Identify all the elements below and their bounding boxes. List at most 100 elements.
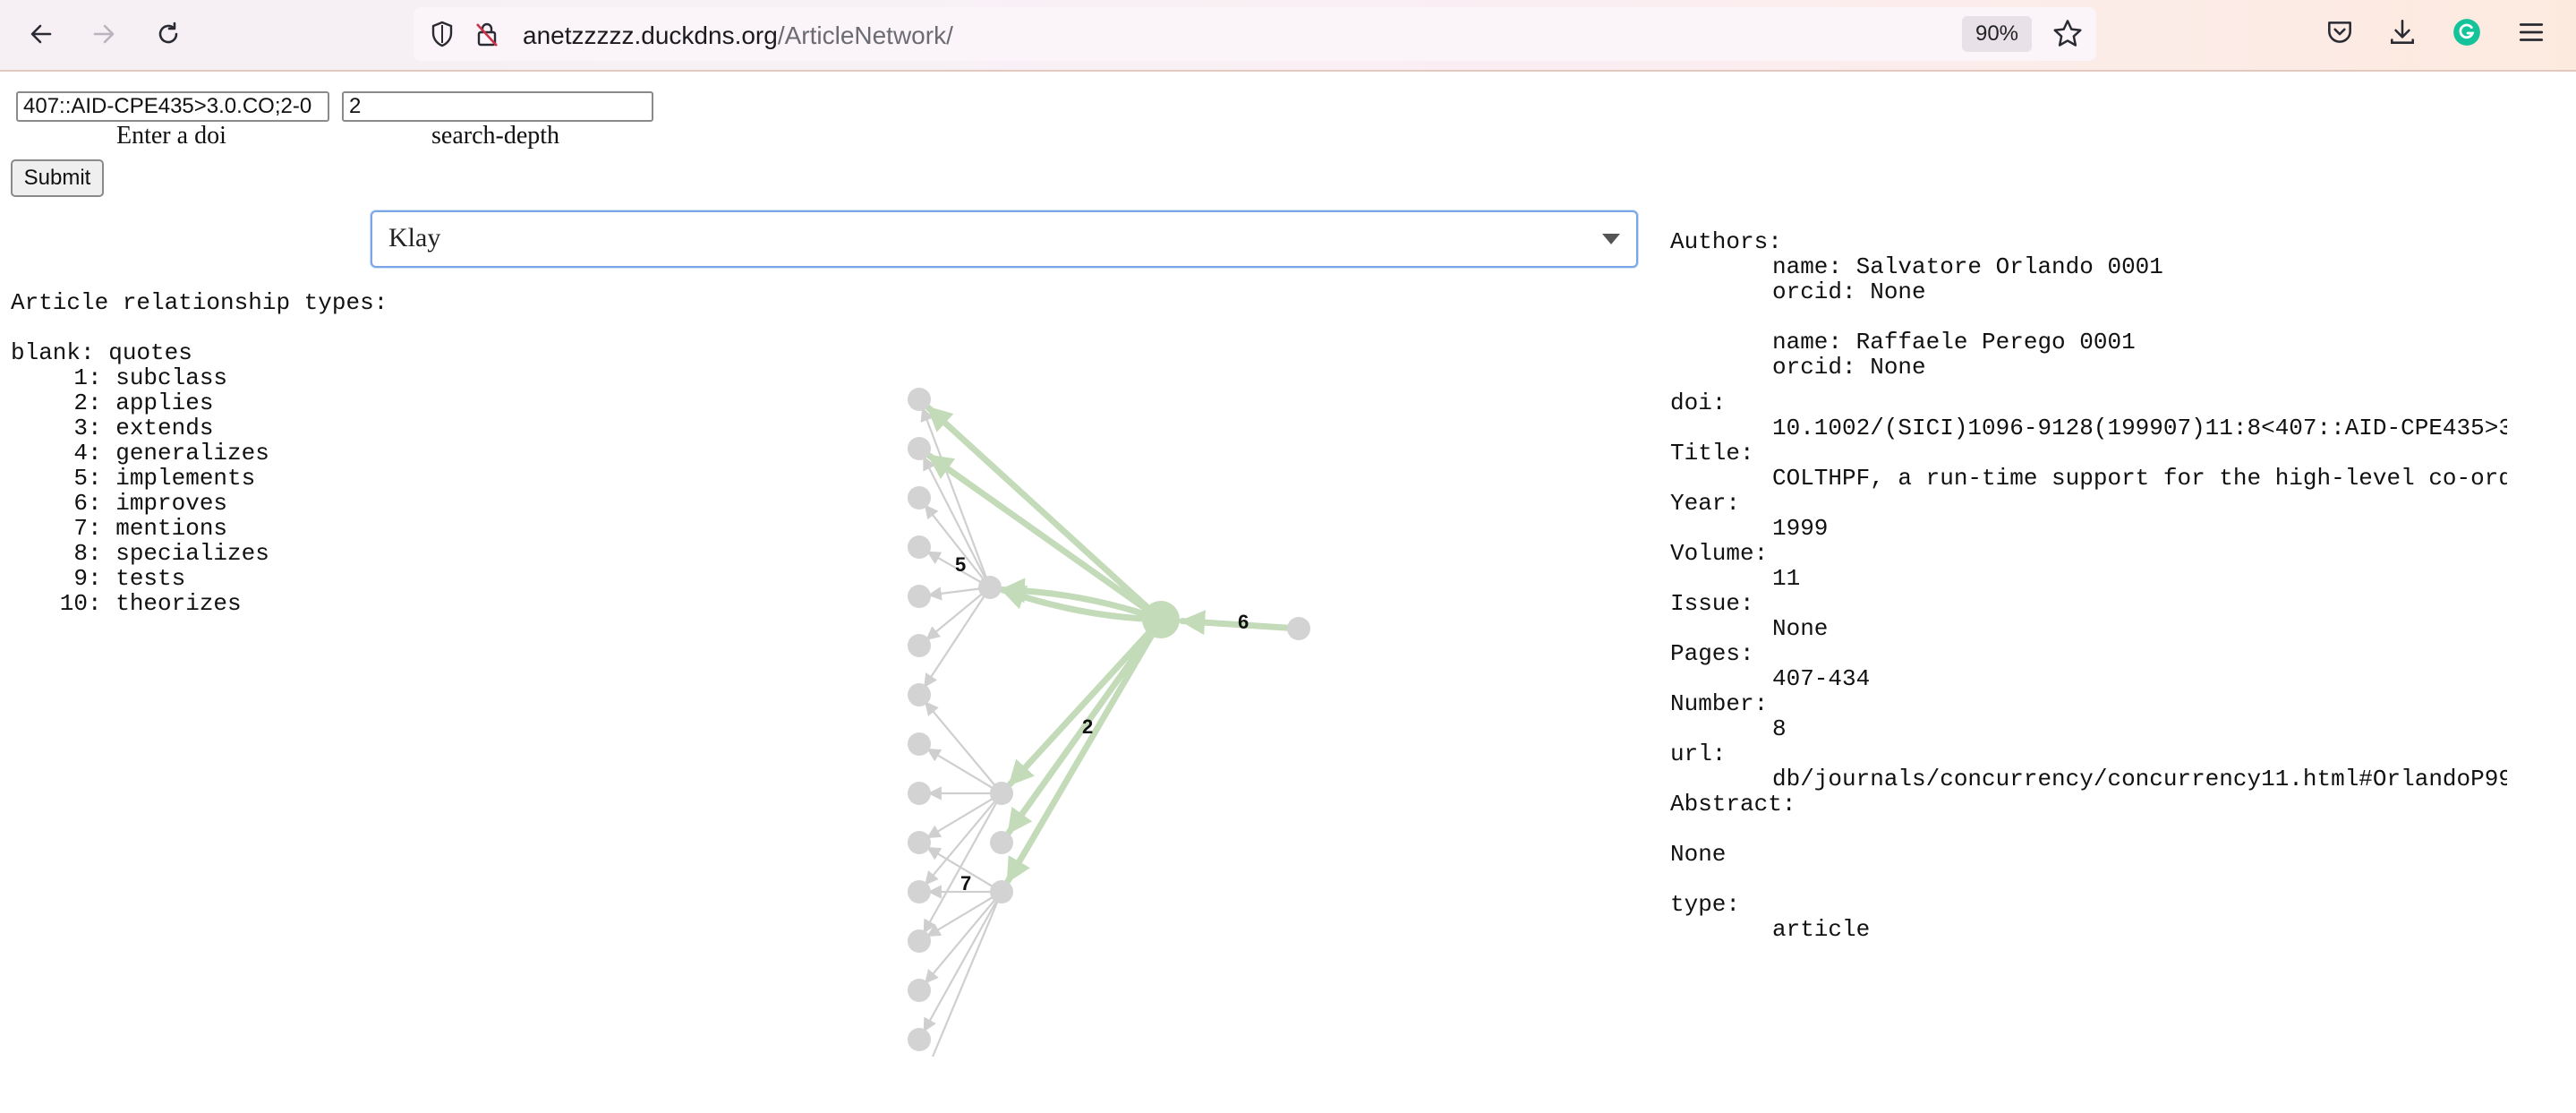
graph-edge	[924, 586, 991, 689]
article-node[interactable]	[908, 732, 931, 756]
article-node[interactable]	[908, 683, 931, 706]
app-menu-button[interactable]	[2513, 14, 2549, 50]
article-node[interactable]	[908, 388, 931, 411]
article-node[interactable]	[908, 437, 931, 460]
url-text[interactable]: anetzzzzz.duckdns.org/ArticleNetwork/	[523, 21, 953, 50]
article-node[interactable]	[908, 634, 931, 657]
type-value: article	[1772, 916, 1871, 943]
graph-edge	[926, 891, 1002, 937]
address-bar[interactable]: anetzzzzz.duckdns.org/ArticleNetwork/ 90…	[414, 7, 2096, 61]
legend-item: blank: quotes	[11, 340, 388, 365]
legend-key: 6	[73, 490, 88, 517]
number-label: Number:	[1670, 690, 1769, 717]
graph-nodes[interactable]	[908, 388, 1310, 1057]
edge-label: 5	[955, 553, 966, 576]
back-button[interactable]	[21, 14, 61, 54]
legend-separator: :	[88, 415, 116, 441]
legend-key: 7	[73, 515, 88, 542]
article-node[interactable]	[908, 585, 931, 608]
bookmark-star-icon[interactable]	[2051, 18, 2084, 50]
legend-item: 6: improves	[11, 491, 388, 516]
reload-icon	[158, 21, 178, 44]
legend-label: specializes	[115, 540, 269, 567]
legend-separator: :	[88, 364, 116, 391]
hamburger-menu-icon	[2519, 23, 2544, 41]
article-node[interactable]	[908, 486, 931, 509]
legend-item: 3: extends	[11, 415, 388, 441]
pages-value: 407-434	[1772, 665, 1871, 692]
doi-label: doi:	[1670, 390, 1727, 416]
legend-item: 9: tests	[11, 566, 388, 591]
issue-value: None	[1772, 615, 1829, 642]
legend-label: quotes	[108, 339, 192, 366]
legend-separator: :	[88, 465, 116, 492]
legend-key: 9	[73, 565, 88, 592]
legend-item: 7: mentions	[11, 516, 388, 541]
grammarly-icon	[2453, 19, 2480, 46]
article-node[interactable]	[1287, 617, 1310, 640]
zoom-level-badge[interactable]: 90%	[1962, 16, 2032, 52]
url-label: url:	[1670, 741, 1727, 767]
article-node[interactable]	[908, 880, 931, 903]
insecure-lock-icon[interactable]	[473, 20, 501, 48]
article-node[interactable]	[990, 880, 1013, 903]
article-node[interactable]	[908, 929, 931, 953]
chevron-down-icon[interactable]	[1602, 234, 1620, 244]
legend-separator: :	[88, 490, 116, 517]
grammarly-extension-button[interactable]	[2449, 14, 2485, 50]
relationship-legend: Article relationship types: blank: quote…	[11, 290, 388, 616]
legend-key: 4	[73, 440, 88, 467]
forward-button[interactable]	[84, 14, 124, 54]
graph-edge	[926, 792, 1002, 839]
legend-label: tests	[115, 565, 186, 592]
legend-key: 5	[73, 465, 88, 492]
search-depth-input[interactable]: 2	[342, 91, 653, 122]
abstract-value: None	[1670, 841, 1727, 868]
author-1-orcid: orcid: None	[1772, 278, 1926, 305]
article-network-graph[interactable]: 5 6 2 7	[868, 358, 1334, 1057]
selected-article-node[interactable]	[1142, 601, 1180, 638]
author-1-name: name: Salvatore Orlando 0001	[1772, 253, 2163, 280]
graph-edge	[925, 792, 1002, 886]
edge-label: 2	[1082, 715, 1093, 738]
legend-separator: :	[88, 515, 116, 542]
article-details-panel: Authors: name: Salvatore Orlando 0001 or…	[1670, 229, 2507, 1035]
article-node[interactable]	[978, 576, 1002, 599]
forward-arrow-icon	[93, 24, 115, 44]
issue-label: Issue:	[1670, 590, 1754, 617]
article-node[interactable]	[908, 979, 931, 1002]
highlighted-edge	[1006, 616, 1164, 788]
abstract-label: Abstract:	[1670, 791, 1796, 818]
legend-list: blank: quotes 1: subclass 2: applies 3: ext…	[11, 340, 388, 616]
article-node[interactable]	[908, 782, 931, 805]
title-value: COLTHPF, a run-time support for the high…	[1772, 465, 2507, 492]
doi-value: 10.1002/(SICI)1096-9128(199907)11:8<407:…	[1772, 415, 2507, 441]
legend-key: blank	[11, 339, 81, 366]
layout-algorithm-select[interactable]: Klay	[371, 210, 1638, 268]
highlighted-edges	[925, 404, 1302, 885]
doi-input[interactable]: 407::AID-CPE435>3.0.CO;2-0	[16, 91, 329, 122]
legend-item: 4: generalizes	[11, 441, 388, 466]
legend-label: applies	[115, 390, 214, 416]
graph-edge	[931, 891, 1003, 1057]
legend-label: mentions	[115, 515, 228, 542]
submit-button[interactable]: Submit	[11, 159, 104, 197]
article-node[interactable]	[908, 535, 931, 559]
back-arrow-icon	[30, 24, 52, 44]
layout-select-value: Klay	[388, 223, 441, 253]
pocket-button[interactable]	[2322, 14, 2358, 50]
graph-edge	[925, 701, 1002, 794]
article-node[interactable]	[990, 831, 1013, 854]
search-depth-caption: search-depth	[431, 122, 560, 150]
year-label: Year:	[1670, 490, 1741, 517]
article-node[interactable]	[990, 782, 1013, 805]
article-node[interactable]	[908, 831, 931, 854]
download-icon	[2391, 19, 2414, 44]
article-node[interactable]	[908, 1028, 931, 1051]
reload-button[interactable]	[149, 14, 188, 54]
tracking-shield-icon[interactable]	[428, 20, 456, 48]
downloads-button[interactable]	[2384, 14, 2420, 50]
legend-label: subclass	[115, 364, 228, 391]
author-2-orcid: orcid: None	[1772, 354, 1926, 381]
legend-key: 8	[73, 540, 88, 567]
